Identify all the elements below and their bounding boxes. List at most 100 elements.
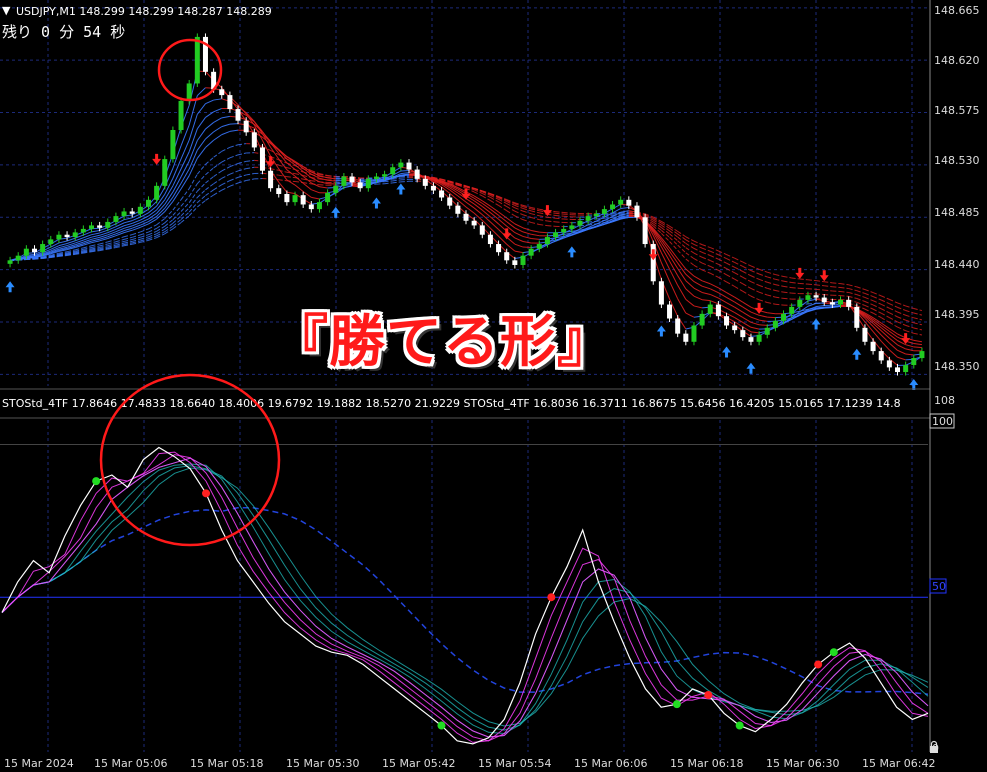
candle-body <box>805 295 811 300</box>
candle-body <box>544 237 550 245</box>
oscillator-buy-dot <box>672 700 681 709</box>
symbol-menu-icon[interactable]: ▼ <box>2 4 11 17</box>
indicator-tick: 108 <box>934 394 955 407</box>
candle-body <box>422 178 428 186</box>
candle-body <box>154 185 160 200</box>
candle-body <box>740 330 746 338</box>
time-tick: 15 Mar 05:42 <box>382 757 455 770</box>
candle-body <box>764 327 770 335</box>
oscillator-sell-dot <box>202 489 211 498</box>
candle-body <box>31 248 37 253</box>
candle-body <box>178 100 184 130</box>
candle-body <box>732 325 738 331</box>
candle-body <box>390 167 396 175</box>
time-tick: 15 Mar 05:54 <box>478 757 551 770</box>
oscillator-sell-dot <box>704 691 713 699</box>
oscillator-buy-dot <box>92 477 101 486</box>
candle-body <box>430 185 436 191</box>
candle-body <box>129 211 135 214</box>
price-tick: 148.350 <box>934 360 980 373</box>
candle-body <box>300 195 306 205</box>
candle-body <box>145 199 151 207</box>
candle-body <box>870 341 876 352</box>
indicator-tick: 100 <box>932 415 953 428</box>
time-tick: 15 Mar 06:18 <box>670 757 743 770</box>
candle-body <box>88 225 94 229</box>
candle-body <box>838 299 844 305</box>
candle-body <box>569 225 575 229</box>
candle-body <box>797 299 803 307</box>
candle-body <box>48 239 54 245</box>
time-tick: 15 Mar 05:06 <box>94 757 167 770</box>
candle-body <box>219 89 225 96</box>
candle-body <box>455 205 461 214</box>
candle-body <box>911 358 917 366</box>
candle-body <box>919 351 925 359</box>
candle-body <box>821 297 827 303</box>
candle-body <box>895 367 901 373</box>
ma-ribbon-segment <box>767 316 776 319</box>
candle-body <box>886 360 892 368</box>
candle-body <box>479 225 485 235</box>
time-tick: 15 Mar 06:30 <box>766 757 839 770</box>
candle-body <box>406 162 412 170</box>
candle-body <box>284 194 290 203</box>
candle-body <box>170 130 176 160</box>
candle-body <box>259 147 265 171</box>
candle-body <box>162 159 168 186</box>
time-tick: 15 Mar 2024 <box>4 757 74 770</box>
candle-body <box>186 83 192 101</box>
candle-body <box>349 176 355 183</box>
candle-body <box>325 192 331 203</box>
candle-body <box>667 304 673 319</box>
candle-body <box>504 252 510 261</box>
candle-body <box>512 260 518 265</box>
trading-chart[interactable]: ▼ USDJPY,M1 148.299 148.299 148.287 148.… <box>0 0 987 772</box>
price-tick: 148.395 <box>934 308 980 321</box>
candle-body <box>227 95 233 110</box>
candle-body <box>642 217 648 245</box>
candle-body <box>463 213 469 221</box>
candle-body <box>683 333 689 342</box>
candle-body <box>292 195 298 203</box>
candle-body <box>97 225 103 228</box>
candle-body <box>268 170 274 189</box>
candle-body <box>382 174 388 177</box>
candle-body <box>487 234 493 245</box>
ma-ribbon-segment <box>816 306 825 309</box>
candle-body <box>398 162 404 168</box>
candle-body <box>471 220 477 226</box>
ma-ribbon-segment <box>376 178 385 181</box>
candle-body <box>724 316 730 326</box>
ma-ribbon-segment <box>759 324 768 326</box>
candle-body <box>610 204 616 210</box>
candle-body <box>333 185 339 193</box>
candle-body <box>772 320 778 328</box>
candle-body <box>658 281 664 305</box>
candle-body <box>373 176 379 179</box>
candle-body <box>357 182 363 189</box>
ma-ribbon-segment <box>539 231 548 234</box>
price-tick: 148.575 <box>934 104 980 117</box>
candle-body <box>626 199 632 206</box>
candle-body <box>536 244 542 249</box>
oscillator-buy-dot <box>735 721 744 730</box>
candle-body <box>528 248 534 256</box>
candle-body <box>15 255 21 261</box>
candle-body <box>561 228 567 233</box>
candle-body <box>243 120 249 133</box>
candle-body <box>854 306 860 328</box>
candle-body <box>194 36 200 84</box>
indicator-header: STOStd_4TF 17.8646 17.4833 18.6640 18.40… <box>2 397 901 410</box>
candle-body <box>64 234 70 238</box>
candle-body <box>707 304 713 314</box>
candle-body <box>80 228 86 233</box>
candle-body <box>789 306 795 314</box>
candle-body <box>23 248 29 256</box>
candle-body <box>748 337 754 342</box>
time-tick: 15 Mar 05:30 <box>286 757 359 770</box>
indicator-tick: 50 <box>932 580 946 593</box>
candle-body <box>137 206 143 214</box>
candle-body <box>593 213 599 217</box>
candle-body <box>691 325 697 342</box>
